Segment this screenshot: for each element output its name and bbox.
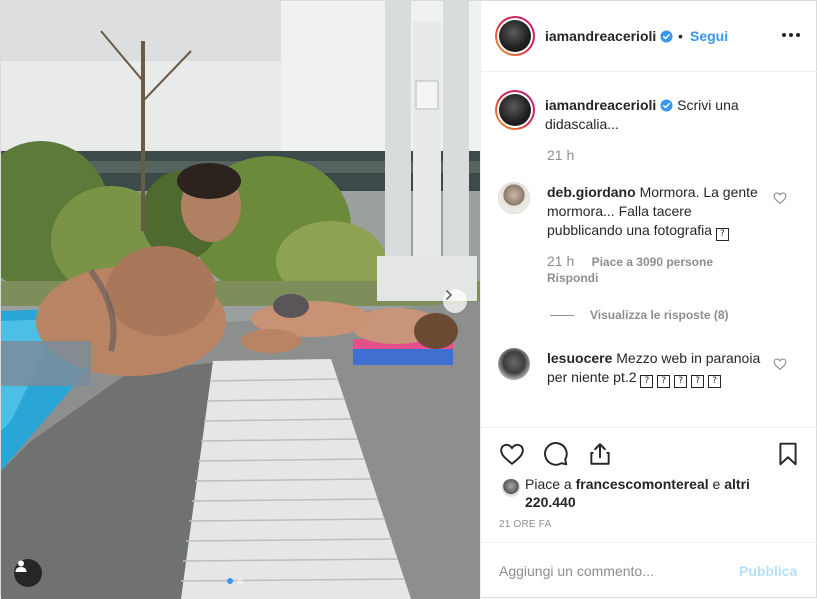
emoji-placeholder: ?	[707, 375, 721, 388]
add-comment-bar: Pubblica	[481, 542, 817, 599]
heart-icon[interactable]	[773, 357, 787, 371]
reply-button[interactable]: Rispondi	[547, 271, 598, 285]
next-photo-button[interactable]	[443, 289, 467, 313]
heart-icon[interactable]	[773, 191, 787, 205]
view-replies-button[interactable]: Visualizza le risposte (8)	[550, 308, 729, 322]
liker-avatar[interactable]	[502, 479, 520, 497]
likes-text: Piace a francescomontereal e altri 220.4…	[525, 476, 750, 510]
follow-button[interactable]: Segui	[690, 28, 728, 44]
carousel-dot	[227, 578, 233, 584]
caption-username-link[interactable]: iamandreacerioli	[545, 97, 673, 113]
author-username-link[interactable]: iamandreacerioli	[545, 28, 673, 44]
header-separator: •	[678, 28, 683, 44]
instagram-post: iamandreacerioli • Segui iamandreaceriol…	[0, 0, 817, 599]
heart-icon[interactable]	[499, 441, 525, 467]
emoji-placeholder: ?	[674, 375, 688, 388]
liker-username-link[interactable]: francescomontereal	[576, 476, 709, 492]
comment-username-link[interactable]: deb.giordano	[547, 184, 636, 200]
user-tag-icon	[15, 560, 27, 572]
comment-body: deb.giordano Mormora. La gente mormora..…	[547, 183, 762, 241]
verified-badge-icon	[660, 99, 673, 112]
post-header: iamandreacerioli • Segui	[481, 1, 817, 72]
comment-username-link[interactable]: lesuocere	[547, 350, 612, 366]
comments-section: iamandreacerioli Scrivi una didascalia..…	[481, 72, 817, 427]
caption-author-avatar[interactable]	[495, 90, 535, 130]
comment-time[interactable]: 21 h	[547, 253, 574, 269]
comment-body: lesuocere Mezzo web in paranoia per nien…	[547, 349, 762, 388]
comment-meta: 21 h Piace a 3090 persone	[547, 253, 713, 269]
comment-input[interactable]	[499, 561, 729, 581]
post-photo[interactable]	[1, 1, 480, 599]
caption: iamandreacerioli Scrivi una didascalia..…	[545, 96, 795, 134]
photo-illustration	[1, 1, 480, 599]
carousel-dot	[237, 578, 243, 584]
emoji-placeholder: ?	[715, 228, 729, 241]
emoji-placeholder: ?	[691, 375, 705, 388]
caption-time[interactable]: 21 h	[547, 147, 574, 163]
user-tag-button[interactable]	[14, 559, 42, 587]
view-replies-line	[550, 314, 574, 316]
more-options-icon[interactable]	[780, 23, 802, 47]
comment-likes[interactable]: Piace a 3090 persone	[592, 255, 713, 269]
comment-avatar[interactable]	[498, 182, 530, 214]
comment-icon[interactable]	[543, 441, 569, 467]
emoji-placeholder: ?	[640, 375, 654, 388]
view-replies-label: Visualizza le risposte (8)	[590, 308, 729, 322]
author-avatar[interactable]	[495, 16, 535, 56]
next-arrow-icon	[446, 290, 453, 300]
share-icon[interactable]	[587, 441, 613, 467]
emoji-placeholder: ?	[657, 375, 671, 388]
publish-button[interactable]: Pubblica	[739, 563, 797, 579]
carousel-indicator	[227, 578, 243, 584]
comment-avatar[interactable]	[498, 348, 530, 380]
verified-badge-icon	[660, 30, 673, 43]
post-timestamp[interactable]: 21 ORE FA	[499, 519, 551, 530]
action-bar	[481, 427, 817, 481]
bookmark-icon[interactable]	[775, 441, 801, 467]
post-details-panel: iamandreacerioli • Segui iamandreaceriol…	[480, 1, 817, 599]
